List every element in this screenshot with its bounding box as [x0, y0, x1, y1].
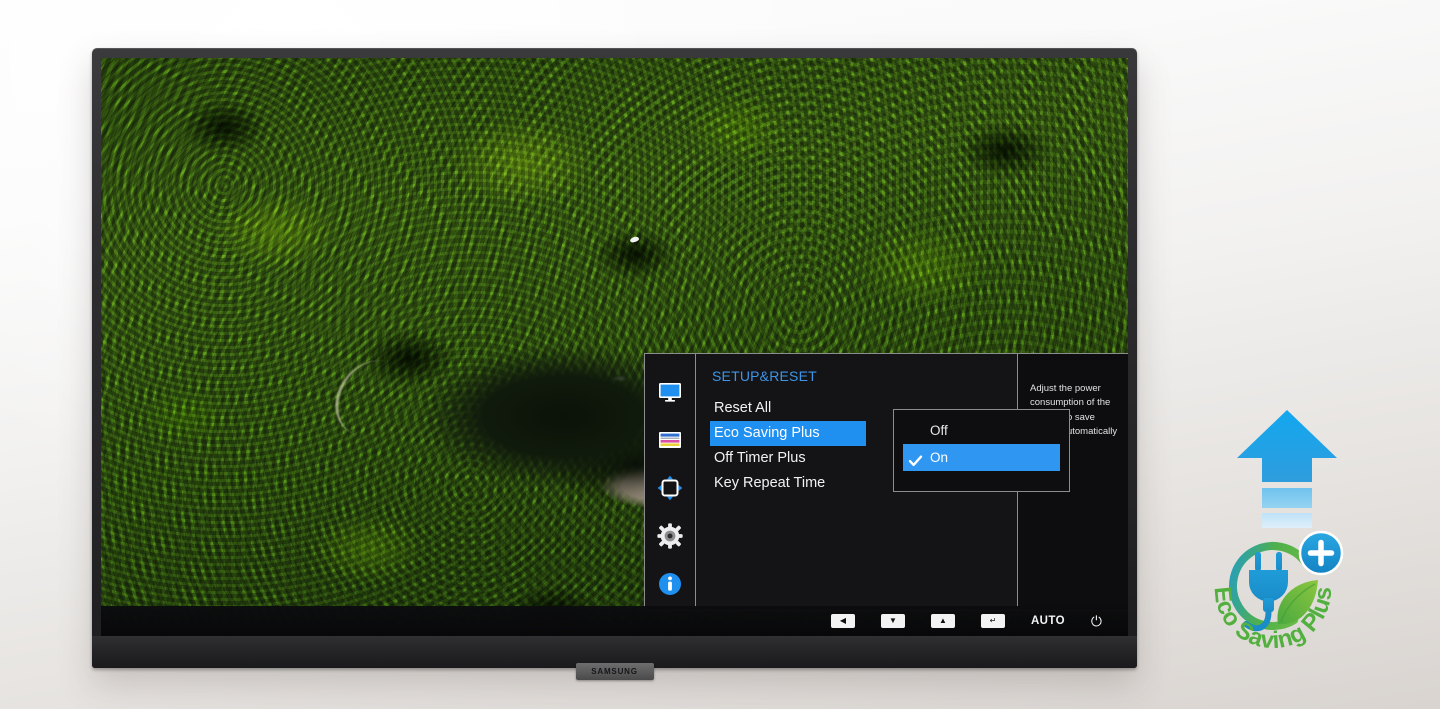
up-arrow-key[interactable]: ▲	[930, 614, 955, 628]
osd-menu: SETUP&RESET Reset All Eco Saving Plus Of…	[644, 353, 1128, 611]
left-arrow-key[interactable]: ◀	[830, 614, 855, 628]
osd-item-off-timer-plus[interactable]: Off Timer Plus	[712, 446, 858, 471]
submenu-option-on[interactable]: On	[903, 444, 1060, 471]
power-icon[interactable]: ⏻	[1091, 614, 1102, 628]
gear-icon	[657, 522, 683, 552]
submenu-option-off[interactable]: Off	[903, 417, 1060, 444]
sidebar-item-setup-reset[interactable]	[657, 522, 683, 552]
upward-arrow-icon	[1232, 408, 1342, 533]
auto-button[interactable]: AUTO	[1031, 615, 1065, 627]
info-icon	[658, 572, 682, 599]
osd-item-key-repeat-time[interactable]: Key Repeat Time	[712, 471, 858, 496]
enter-key[interactable]: ↵	[980, 614, 1005, 628]
eco-saving-plus-graphic: Eco Saving Plus	[1196, 408, 1386, 663]
sidebar-item-information[interactable]	[657, 572, 683, 598]
brand-label: SAMSUNG	[591, 667, 638, 676]
monitor-screen: SETUP&RESET Reset All Eco Saving Plus Of…	[101, 58, 1128, 636]
sidebar-item-display[interactable]	[657, 475, 683, 504]
submenu-option-off-label: Off	[930, 423, 948, 438]
screen-adjust-icon	[657, 475, 683, 504]
monitor-control-bar: ◀ ▼ ▲ ↵ AUTO ⏻	[101, 606, 1128, 636]
monitor-device: SETUP&RESET Reset All Eco Saving Plus Of…	[92, 48, 1137, 680]
submenu-option-on-label: On	[930, 450, 949, 465]
osd-main-panel: SETUP&RESET Reset All Eco Saving Plus Of…	[695, 353, 1070, 611]
checkmark-icon	[908, 450, 923, 466]
osd-item-eco-saving-plus[interactable]: Eco Saving Plus	[710, 421, 866, 446]
color-bars-icon	[658, 431, 682, 452]
sidebar-item-picture[interactable]	[657, 380, 683, 406]
forest-trail	[329, 352, 415, 443]
osd-section-title: SETUP&RESET	[712, 368, 817, 384]
eco-saving-plus-logo: Eco Saving Plus	[1204, 528, 1379, 665]
eco-saving-plus-submenu: Off On	[893, 409, 1070, 492]
osd-item-reset-all[interactable]: Reset All	[712, 396, 858, 421]
osd-sidebar	[644, 353, 695, 611]
sidebar-item-color[interactable]	[657, 428, 683, 454]
samsung-brand-plate: SAMSUNG	[575, 663, 654, 680]
monitor-bottom-bezel: SAMSUNG	[92, 636, 1137, 680]
down-arrow-key[interactable]: ▼	[880, 614, 905, 628]
monitor-icon	[658, 382, 682, 405]
boat-speck	[629, 235, 640, 244]
